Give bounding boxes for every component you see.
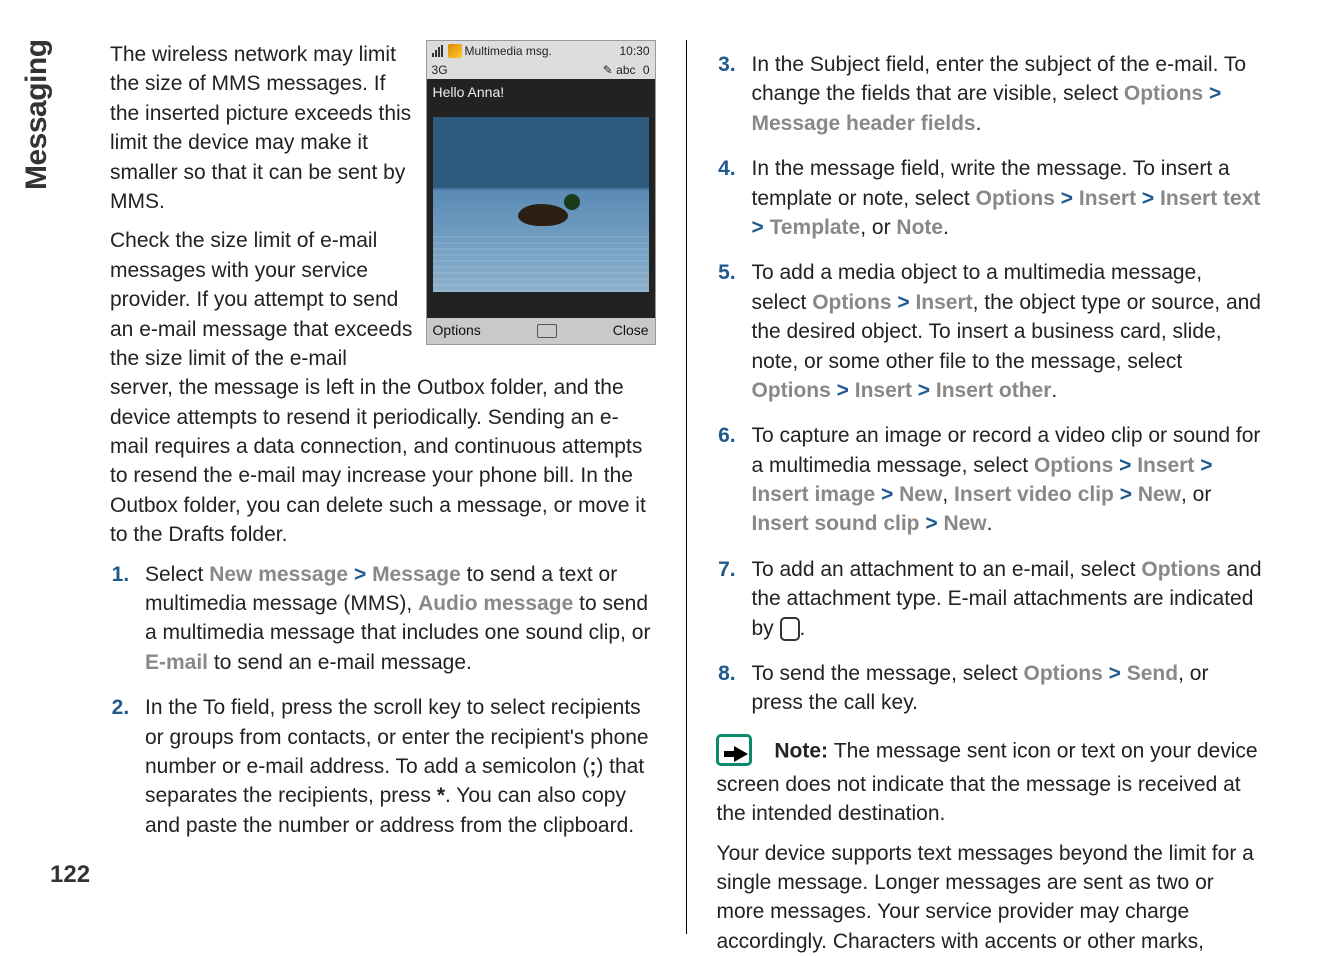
ui-audio-message: Audio message: [418, 592, 573, 615]
text: To add an attachment to an e-mail, selec…: [751, 558, 1141, 581]
instruction-list: In the Subject field, enter the subject …: [716, 50, 1262, 718]
softkey-select-icon[interactable]: [537, 324, 557, 338]
list-item: To capture an image or record a video cl…: [741, 421, 1262, 539]
body-paragraph: Your device supports text messages beyon…: [716, 839, 1262, 956]
phone-screenshot: Multimedia msg. 10:30 3G ✎ abc 0 Hello A…: [426, 40, 656, 345]
phone-status-bar: 3G ✎ abc 0: [427, 61, 655, 79]
text: .: [987, 512, 993, 535]
separator: >: [892, 291, 916, 314]
text: to send an e-mail message.: [208, 651, 472, 674]
star-key: *: [437, 784, 445, 807]
phone-softkey-bar: Options Close: [427, 318, 655, 344]
list-item: In the To field, press the scroll key to…: [135, 693, 656, 840]
separator: >: [1055, 187, 1079, 210]
instruction-list: Select New message > Message to send a t…: [110, 560, 656, 841]
softkey-close[interactable]: Close: [613, 321, 649, 341]
ui-insert-image: Insert image: [751, 483, 875, 506]
note-label: Note:: [774, 739, 834, 762]
ui-new-message: New message: [209, 563, 348, 586]
ui-new: New: [943, 512, 986, 535]
section-label: Messaging: [20, 39, 54, 190]
phone-attached-image: [433, 117, 649, 292]
ui-insert: Insert: [915, 291, 972, 314]
separator: >: [920, 512, 944, 535]
ui-insert-video-clip: Insert video clip: [954, 483, 1114, 506]
text: .: [943, 216, 949, 239]
ui-options: Options: [1023, 662, 1102, 685]
phone-network: 3G: [432, 62, 448, 79]
separator: >: [1136, 187, 1160, 210]
phone-time: 10:30: [620, 43, 650, 60]
ui-insert-text: Insert text: [1160, 187, 1260, 210]
ui-note: Note: [896, 216, 943, 239]
duck-icon: [518, 192, 578, 232]
separator: >: [751, 216, 769, 239]
list-item: To add a media object to a multimedia me…: [741, 258, 1262, 405]
left-column: Multimedia msg. 10:30 3G ✎ abc 0 Hello A…: [110, 40, 656, 934]
list-item: To send the message, select Options > Se…: [741, 659, 1262, 718]
phone-counter: 0: [643, 63, 650, 77]
ui-email: E-mail: [145, 651, 208, 674]
text: Select: [145, 563, 209, 586]
ui-send: Send: [1127, 662, 1178, 685]
separator: >: [1113, 454, 1137, 477]
text: ,: [942, 483, 954, 506]
phone-input-mode: ✎ abc: [603, 63, 636, 77]
ui-message: Message: [372, 563, 461, 586]
ui-options: Options: [751, 379, 830, 402]
text: , or: [860, 216, 896, 239]
ui-insert: Insert: [1079, 187, 1136, 210]
ui-insert-other: Insert other: [936, 379, 1052, 402]
separator: >: [912, 379, 936, 402]
text: In the To field, press the scroll key to…: [145, 696, 649, 778]
separator: >: [1114, 483, 1138, 506]
mms-icon: [448, 44, 462, 58]
list-item: To add an attachment to an e-mail, selec…: [741, 555, 1262, 643]
ui-options: Options: [976, 187, 1055, 210]
separator: >: [831, 379, 855, 402]
ui-options: Options: [812, 291, 891, 314]
text: .: [976, 112, 982, 135]
ui-options: Options: [1124, 82, 1203, 105]
text: .: [1051, 379, 1057, 402]
ui-options: Options: [1034, 454, 1113, 477]
ui-options: Options: [1141, 558, 1220, 581]
list-item: In the Subject field, enter the subject …: [741, 50, 1262, 138]
ui-message-header-fields: Message header fields: [751, 112, 975, 135]
ui-insert: Insert: [1137, 454, 1194, 477]
phone-title-bar: Multimedia msg. 10:30: [427, 41, 655, 61]
ui-insert: Insert: [855, 379, 912, 402]
phone-message-text: Hello Anna!: [427, 79, 655, 113]
separator: >: [1194, 454, 1212, 477]
separator: >: [875, 483, 899, 506]
separator: >: [1103, 662, 1127, 685]
signal-icon: [432, 45, 443, 57]
softkey-options[interactable]: Options: [433, 321, 481, 341]
column-divider: [686, 40, 687, 934]
ui-new: New: [1138, 483, 1181, 506]
text: .: [800, 617, 806, 640]
list-item: Select New message > Message to send a t…: [135, 560, 656, 678]
attachment-icon: [780, 617, 800, 641]
list-item: In the message field, write the message.…: [741, 154, 1262, 242]
separator: >: [348, 563, 372, 586]
ui-template: Template: [770, 216, 861, 239]
phone-title: Multimedia msg.: [465, 43, 552, 60]
page-number: 122: [50, 861, 90, 889]
separator: >: [1203, 82, 1221, 105]
note-icon: [716, 734, 762, 770]
ui-insert-sound-clip: Insert sound clip: [751, 512, 919, 535]
note-paragraph: Note: The message sent icon or text on y…: [716, 734, 1262, 829]
right-column: In the Subject field, enter the subject …: [716, 40, 1262, 934]
ui-new: New: [899, 483, 942, 506]
text: , or: [1181, 483, 1211, 506]
text: To send the message, select: [751, 662, 1023, 685]
